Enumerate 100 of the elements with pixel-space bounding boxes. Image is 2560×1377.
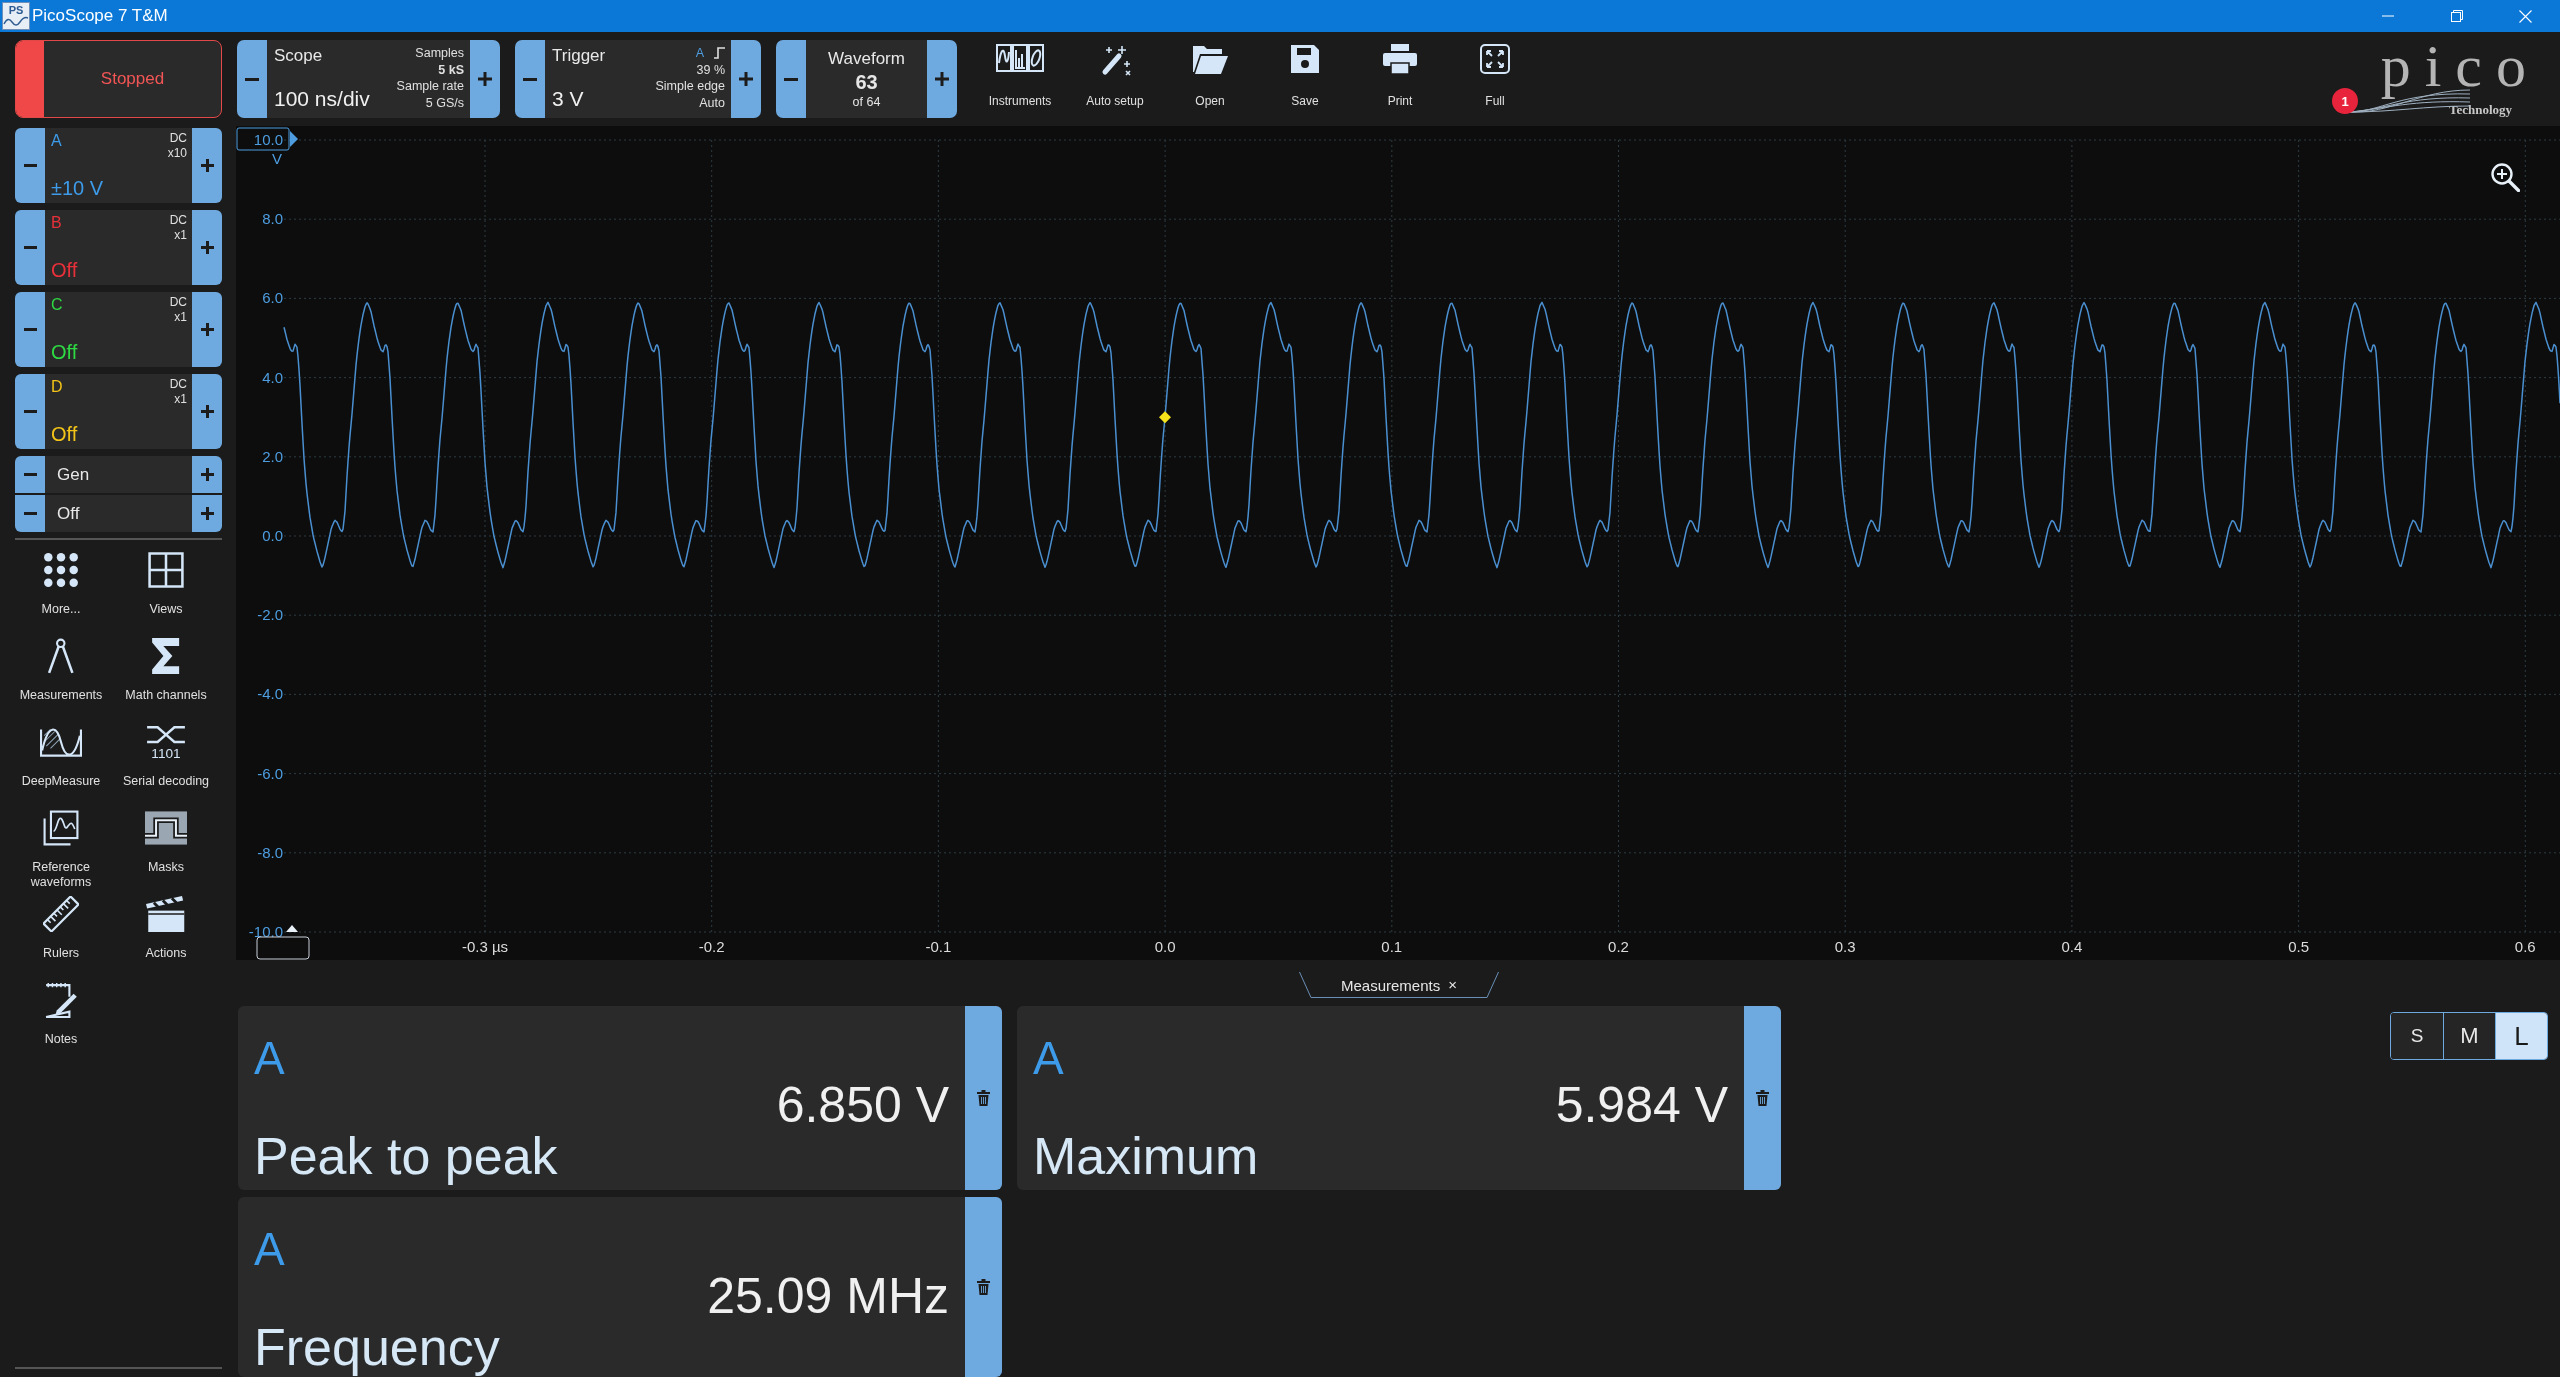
samples-label: Samples	[415, 45, 464, 62]
clapperboard-icon	[145, 896, 187, 932]
channel-name: A	[51, 131, 62, 151]
serial-button[interactable]: 1101 Serial decoding	[116, 718, 216, 804]
decrease-button[interactable]	[15, 374, 45, 449]
notification-badge[interactable]: 1	[2332, 88, 2358, 114]
generator-label[interactable]: Gen	[45, 456, 192, 493]
samples-value: 5 kS	[438, 61, 464, 78]
close-tab-button[interactable]: ×	[1448, 976, 1457, 994]
fullscreen-icon	[1480, 44, 1510, 74]
reference-button[interactable]: Reference waveforms	[6, 804, 116, 890]
notes-button[interactable]: Notes	[6, 976, 116, 1062]
minus-icon	[784, 77, 798, 81]
close-icon	[2519, 9, 2532, 23]
x-axis-label: 0.2	[1608, 938, 1629, 955]
plus-icon	[200, 241, 214, 254]
more-button[interactable]: More...	[6, 546, 116, 632]
logo-wordmark: pico	[2380, 32, 2540, 100]
decrease-button[interactable]	[515, 40, 545, 118]
panel-title: Waveform	[828, 48, 905, 70]
waveform-panel[interactable]: Waveform 63 of 64	[806, 40, 927, 118]
minus-icon	[23, 246, 37, 249]
zoom-button[interactable]	[2490, 162, 2520, 192]
channel-panel[interactable]: B DC x1 Off	[45, 210, 192, 285]
channel-panel[interactable]: C DC x1 Off	[45, 292, 192, 367]
pulse-mask-icon	[145, 810, 187, 846]
size-toggle[interactable]: M	[2443, 1013, 2495, 1059]
actions-button[interactable]: Actions	[116, 890, 216, 976]
instruments-button[interactable]: Instruments	[975, 40, 1065, 118]
size-toggle[interactable]: S	[2391, 1013, 2443, 1059]
channel-name: B	[51, 213, 62, 233]
decrease-button[interactable]	[15, 495, 45, 532]
measurements-button[interactable]: Measurements	[6, 632, 116, 718]
generator-state[interactable]: Off	[45, 495, 192, 532]
increase-button[interactable]	[192, 495, 222, 532]
trigger-panel[interactable]: Trigger 3 V A 39 % Simple edge Auto	[545, 40, 731, 118]
plus-icon	[739, 72, 753, 86]
trigger-type: Simple edge	[655, 78, 725, 95]
trigger-source: A	[695, 45, 704, 62]
panel-title: Trigger	[552, 45, 606, 67]
measurement-value: 25.09 MHz	[707, 1272, 949, 1320]
y-axis-label[interactable]: 10.0	[236, 127, 290, 151]
dots-grid-icon	[43, 552, 79, 588]
decrease-button[interactable]	[15, 128, 45, 203]
minus-icon	[523, 77, 537, 81]
plus-icon	[200, 468, 214, 481]
x-axis-label: -0.1	[925, 938, 952, 955]
views-button[interactable]: Views	[116, 546, 216, 632]
increase-button[interactable]	[731, 40, 761, 118]
size-toggle[interactable]: L	[2495, 1013, 2547, 1059]
trash-icon	[977, 1090, 990, 1106]
measurements-tab[interactable]: Measurements ×	[1299, 972, 1499, 998]
x-axis-label: 0.6	[2514, 938, 2536, 955]
increase-button[interactable]	[192, 210, 222, 285]
increase-button[interactable]	[470, 40, 500, 118]
zoom-in-icon	[2490, 162, 2520, 192]
decrease-button[interactable]	[15, 456, 45, 493]
sample-rate-label: Sample rate	[396, 78, 464, 95]
print-button[interactable]: Print	[1355, 40, 1445, 118]
trigger-marker-icon[interactable]	[1159, 411, 1171, 424]
save-button[interactable]: Save	[1260, 40, 1350, 118]
offset-handle[interactable]	[256, 936, 310, 960]
masks-button[interactable]: Masks	[116, 804, 216, 890]
decrease-button[interactable]	[237, 40, 267, 118]
measurement-card[interactable]: A 5.984 V Maximum	[1017, 1006, 1781, 1190]
increase-button[interactable]	[192, 128, 222, 203]
x-axis-label: 0.0	[1154, 938, 1176, 955]
decrease-button[interactable]	[15, 292, 45, 367]
channel-name: C	[51, 295, 63, 315]
decrease-button[interactable]	[776, 40, 806, 118]
channel-panel[interactable]: A DC x10 ±10 V	[45, 128, 192, 203]
tab-label: Measurements	[1341, 976, 1441, 994]
increase-button[interactable]	[192, 456, 222, 493]
trigger-mode: Auto	[699, 94, 725, 111]
x-axis-label: -0.2	[698, 938, 725, 955]
autosetup-button[interactable]: Auto setup	[1070, 40, 1160, 118]
deepmeasure-button[interactable]: DeepMeasure	[6, 718, 116, 804]
measurement-card[interactable]: A 25.09 MHz Frequency	[238, 1197, 1002, 1377]
rulers-button[interactable]: Rulers	[6, 890, 116, 976]
measurement-channel: A	[254, 1035, 286, 1081]
measurement-value: 6.850 V	[776, 1081, 949, 1129]
plus-icon	[478, 72, 492, 86]
y-axis-label: 2.0	[262, 447, 283, 465]
channel-panel[interactable]: D DC x1 Off	[45, 374, 192, 449]
measurement-name: Maximum	[1033, 1129, 1259, 1183]
increase-button[interactable]	[192, 374, 222, 449]
y-axis-label: 6.0	[262, 289, 283, 307]
math-button[interactable]: Math channels	[116, 632, 216, 718]
measurement-card[interactable]: A 6.850 V Peak to peak	[238, 1006, 1002, 1190]
decrease-button[interactable]	[15, 210, 45, 285]
x-axis-label: 0.4	[2061, 938, 2083, 955]
increase-button[interactable]	[192, 292, 222, 367]
increase-button[interactable]	[927, 40, 957, 118]
timebase-panel[interactable]: Scope 100 ns/div Samples 5 kS Sample rate 5 GS/s	[267, 40, 470, 118]
full-button[interactable]: Full	[1450, 40, 1540, 118]
axis-marker-icon[interactable]	[286, 925, 298, 932]
channel-coupling: DC	[169, 131, 187, 146]
channel-marker-icon[interactable]	[290, 131, 298, 147]
open-button[interactable]: Open	[1165, 40, 1255, 118]
run-stop-button[interactable]: Stopped	[15, 40, 222, 118]
